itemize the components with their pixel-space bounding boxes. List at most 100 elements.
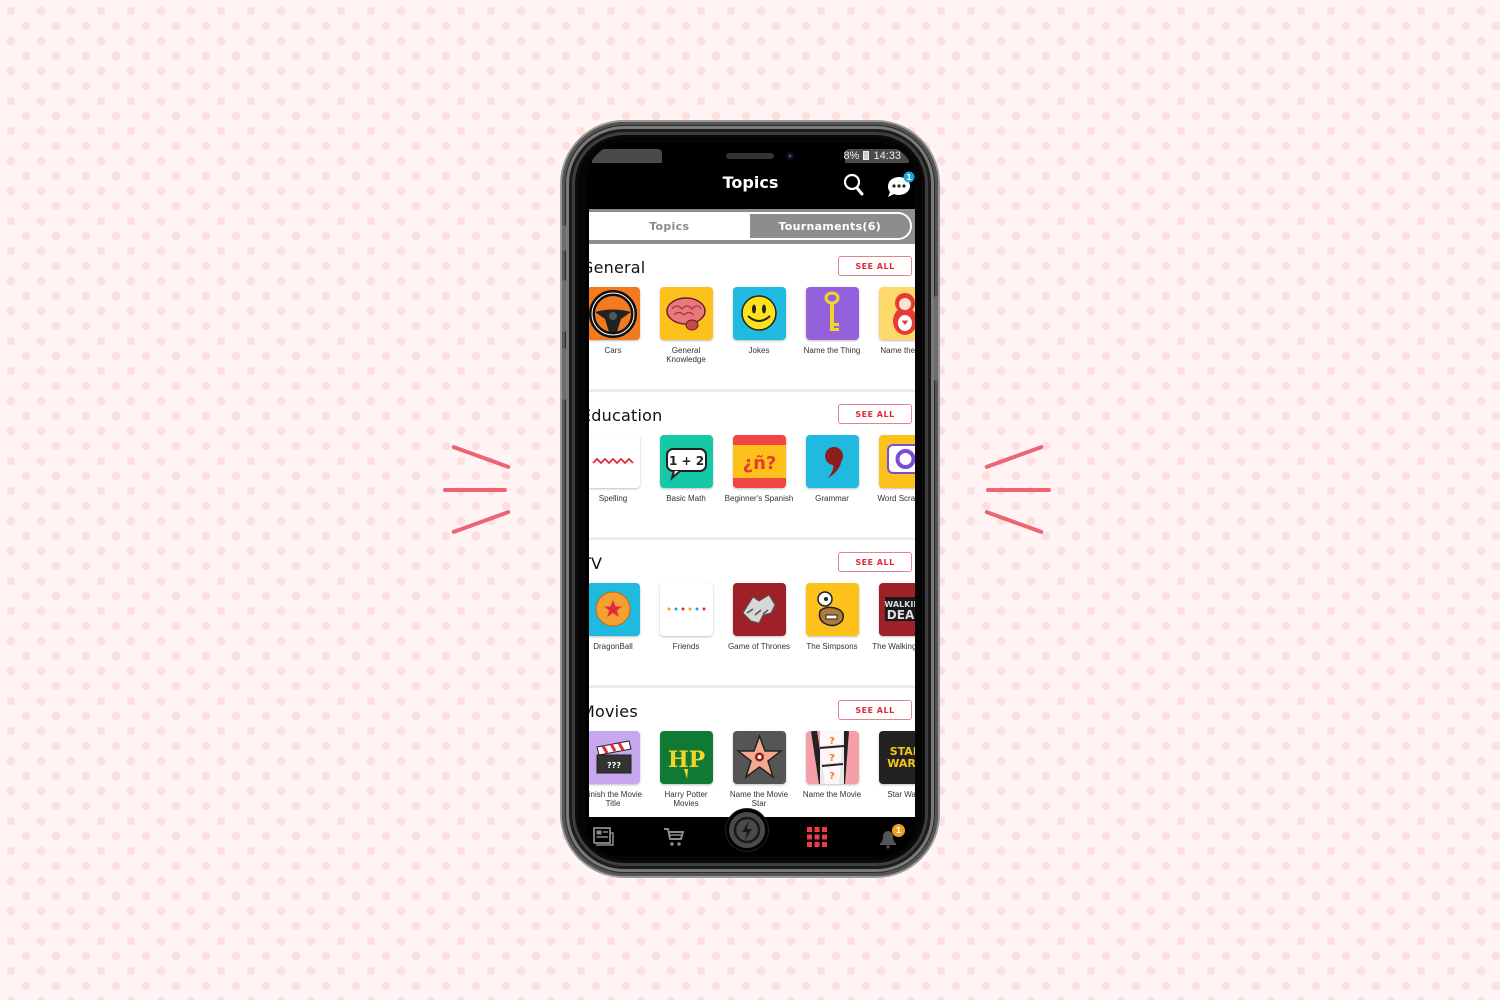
see-all-button[interactable]: SEE ALL: [838, 552, 912, 572]
cart-icon[interactable]: [662, 825, 686, 849]
topic-label: Jokes: [748, 346, 770, 355]
clock: 14:33: [873, 150, 901, 162]
topic-label: Finish the Movie Title: [589, 790, 643, 808]
topic-tile[interactable]: ??? Name the Movie: [797, 731, 867, 799]
sparkle-line: [451, 509, 511, 535]
spanish-flag-icon: ¿ñ?: [732, 435, 786, 488]
topic-tile[interactable]: DragonBall: [589, 583, 648, 651]
topic-tile[interactable]: ??? Finish the Movie Title: [589, 731, 648, 808]
steering-wheel-icon: [589, 287, 640, 340]
chat-badge-count: 1: [906, 173, 912, 182]
film-strip-icon: ???: [805, 731, 859, 784]
topic-label: Game of Thrones: [727, 642, 791, 651]
see-all-button[interactable]: SEE ALL: [838, 404, 912, 424]
topic-tile[interactable]: STARWARS Star Wars: [870, 731, 915, 799]
topic-tile[interactable]: WALKINGDEAD The Walking Dead: [870, 583, 915, 651]
walking-dead-icon: WALKINGDEAD: [878, 583, 915, 636]
sparkle-line: [984, 509, 1044, 535]
topic-label: Word Scramble: [877, 494, 916, 503]
topic-label: Beginner's Spanish: [724, 494, 794, 503]
topic-label: Basic Math: [666, 494, 706, 503]
see-all-button[interactable]: SEE ALL: [838, 256, 912, 276]
search-icon[interactable]: [843, 173, 865, 197]
brain-icon: [659, 287, 713, 340]
topic-label: Name the Movie Star: [729, 790, 789, 808]
topic-tile[interactable]: Cars: [589, 287, 648, 355]
screen: 8% 14:33 Topics 1 Topics Tournaments(6): [586, 143, 915, 856]
key-icon: [805, 287, 859, 340]
topic-label: Name the Thing: [803, 346, 861, 355]
see-all-button[interactable]: SEE ALL: [838, 700, 912, 720]
topic-tile[interactable]: Friends: [651, 583, 721, 651]
topic-tile[interactable]: General Knowledge: [651, 287, 721, 364]
topic-tile[interactable]: Name the Toy: [870, 287, 915, 355]
topic-label: Harry Potter Movies: [664, 790, 708, 808]
topic-tile[interactable]: ¿ñ? Beginner's Spanish: [724, 435, 794, 503]
section-title: Movies: [589, 702, 638, 721]
svg-text:1 + 2: 1 + 2: [668, 454, 703, 468]
dragon-ball-icon: [589, 583, 640, 636]
svg-text:?: ?: [829, 771, 835, 782]
status-bar-left-bezel: [592, 149, 662, 163]
section-title: General: [589, 258, 646, 277]
section-education: Education SEE ALL Spelling 1 + 2 Basic M…: [589, 392, 915, 540]
topic-tile[interactable]: Word Scramble: [870, 435, 915, 503]
earpiece-speaker: [726, 153, 774, 159]
squiggle-icon: [589, 435, 640, 488]
battery-percent: 8%: [843, 150, 860, 162]
notification-badge: 1: [892, 824, 905, 837]
svg-text:???: ???: [607, 761, 621, 770]
direwolf-icon: [732, 583, 786, 636]
smiley-icon: [732, 287, 786, 340]
homer-icon: [805, 583, 859, 636]
lightning-button[interactable]: [726, 809, 768, 851]
tab-tournaments[interactable]: Tournaments(6): [749, 214, 910, 238]
topic-tile[interactable]: HP Harry Potter Movies: [651, 731, 721, 808]
phone: 8% 14:33 Topics 1 Topics Tournaments(6): [566, 126, 934, 872]
topic-tile[interactable]: 1 + 2 Basic Math: [651, 435, 721, 503]
chat-bubble-icon[interactable]: 1: [885, 171, 915, 199]
topic-label: The Walking Dead: [872, 642, 915, 651]
scramble-icon: [878, 435, 915, 488]
hp-logo-icon: HP: [659, 731, 713, 784]
math-bubble-icon: 1 + 2: [659, 435, 713, 488]
friends-dots-icon: [659, 583, 713, 636]
section-tv: TV SEE ALL DragonBall Friends: [589, 540, 915, 688]
battery-icon: [863, 151, 870, 160]
svg-text:WARS: WARS: [887, 757, 915, 770]
topic-label: General Knowledge: [666, 346, 706, 364]
topic-label: Grammar: [815, 494, 849, 503]
svg-text:¿ñ?: ¿ñ?: [742, 453, 776, 474]
grid-icon[interactable]: [805, 825, 829, 849]
section-title: Education: [589, 406, 663, 425]
status-bar: 8% 14:33: [843, 149, 901, 163]
tab-topics[interactable]: Topics: [589, 214, 750, 238]
topic-label: Name the Movie: [802, 790, 862, 799]
news-icon[interactable]: [592, 825, 616, 849]
clapperboard-icon: ???: [589, 731, 640, 784]
section-general: General SEE ALL Cars General Knowledge: [589, 244, 915, 392]
topic-label: Cars: [604, 346, 622, 355]
phone-power-button: [934, 296, 938, 381]
lightning-icon: [733, 816, 761, 844]
topic-label: The Simpsons: [806, 642, 858, 651]
svg-text:?: ?: [829, 736, 835, 747]
topic-tile[interactable]: Name the Movie Star: [724, 731, 794, 808]
matryoshka-icon: [878, 287, 915, 340]
topic-label: Star Wars: [887, 790, 915, 799]
tab-bar: Topics Tournaments(6): [589, 209, 915, 244]
topic-tile[interactable]: Spelling: [589, 435, 648, 503]
segmented-tabs: Topics Tournaments(6): [589, 212, 912, 240]
front-camera: [786, 152, 794, 160]
topic-tile[interactable]: Jokes: [724, 287, 794, 355]
walk-of-fame-star-icon: [732, 731, 786, 784]
topic-tile[interactable]: Game of Thrones: [724, 583, 794, 651]
topic-tile[interactable]: Name the Thing: [797, 287, 867, 355]
comma-icon: [805, 435, 859, 488]
star-wars-logo-icon: STARWARS: [878, 731, 915, 784]
sparkle-line: [451, 444, 511, 470]
topic-tile[interactable]: The Simpsons: [797, 583, 867, 651]
page-title: Topics: [722, 173, 779, 192]
topics-content: Topics Tournaments(6) General SEE ALL Ca…: [589, 209, 915, 817]
topic-tile[interactable]: Grammar: [797, 435, 867, 503]
